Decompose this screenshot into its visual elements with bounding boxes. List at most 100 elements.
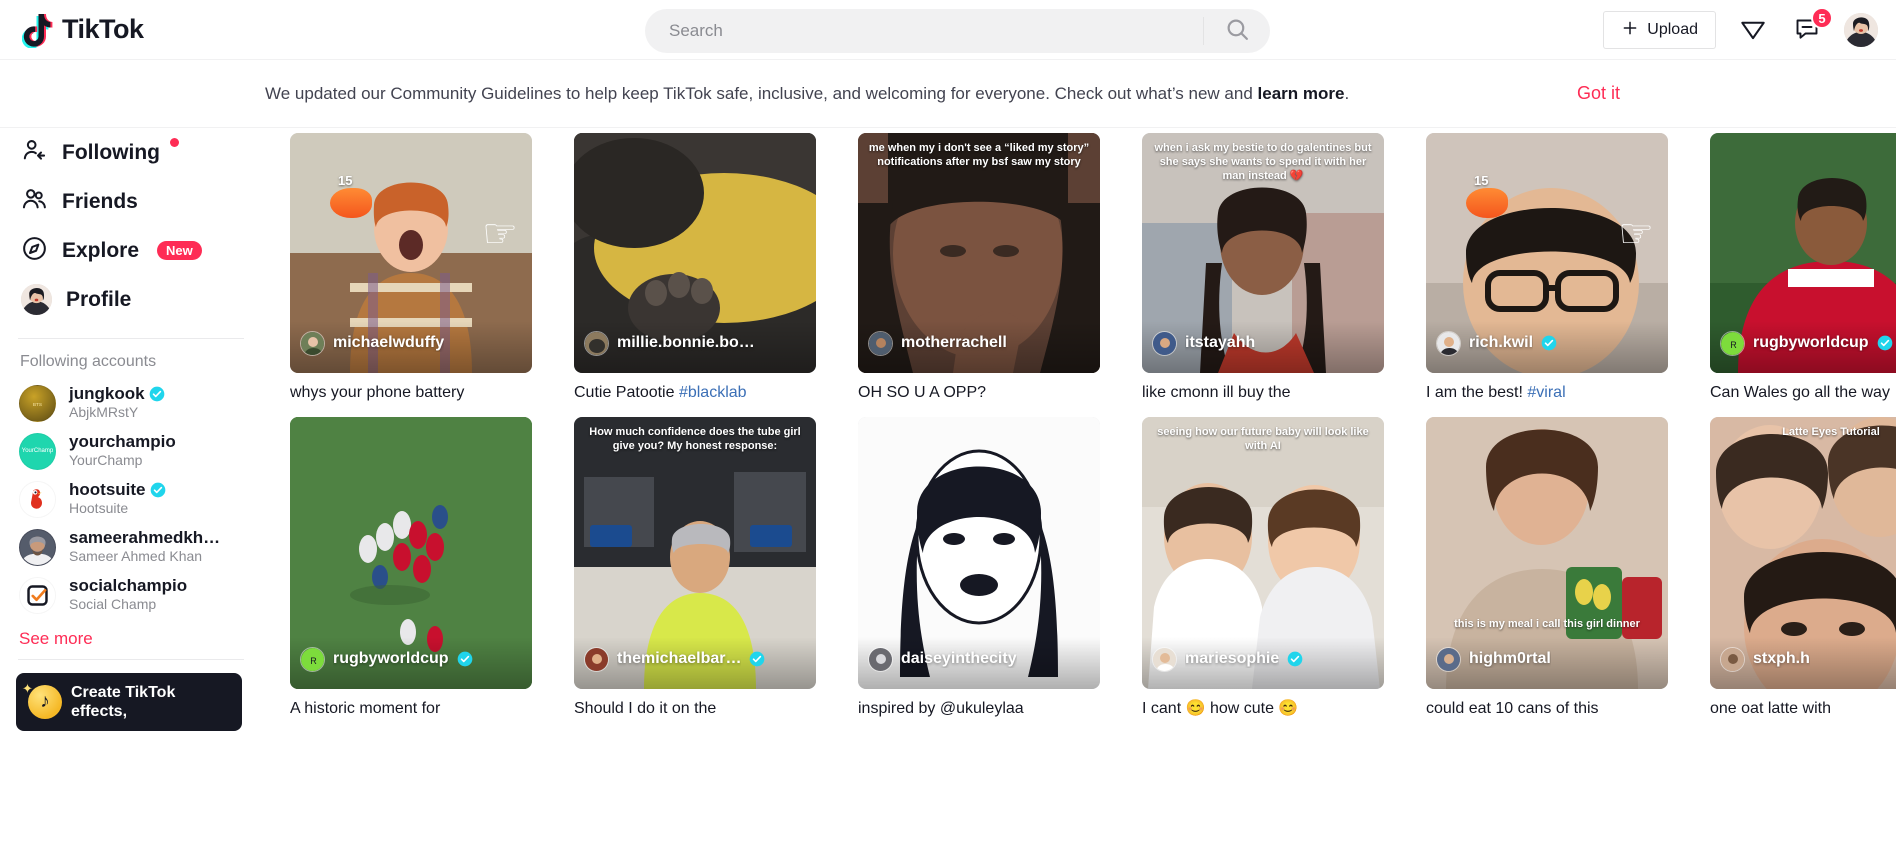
video-thumbnail[interactable]: 15 ☞ rich.kwil [1426,133,1668,373]
fish-sticker-icon [1466,188,1508,218]
video-caption: I cant 😊 how cute 😊 [1142,698,1384,719]
top-header: TikTok Upload [0,0,1896,60]
sidebar-item-explore[interactable]: Explore New [16,226,282,275]
paper-plane-icon [1738,14,1768,47]
video-author-name: daiseyinthecity [901,650,1017,667]
video-card[interactable]: R rugbyworldcup Can Wales go all the way [1710,133,1896,403]
hand-pointer-icon: ☞ [1618,212,1654,256]
video-author[interactable]: themichaelbar… [574,637,816,689]
video-author[interactable]: motherrachell [858,321,1100,373]
upload-button[interactable]: Upload [1603,11,1716,49]
sidebar-item-friends[interactable]: Friends [16,177,282,226]
video-caption: inspired by @ukuleylaa [858,698,1100,719]
verified-icon [150,482,165,498]
caption-text: Can Wales go all the way [1710,384,1890,401]
video-author[interactable]: mariesophie [1142,637,1384,689]
tiktok-note-icon [21,12,56,49]
video-author[interactable]: millie.bonnie.bo… [574,321,816,373]
video-caption: Should I do it on the [574,698,816,719]
video-thumbnail[interactable]: Latte Eyes Tutorial stxph.h [1710,417,1896,689]
inbox-button[interactable]: 5 [1790,7,1833,47]
list-item[interactable]: socialchampio Social Champ [16,571,282,619]
inbox-badge: 5 [1811,7,1833,29]
create-effects-banner[interactable]: ✦ ♪ Create TikTok effects, [16,673,242,731]
list-item[interactable]: BTS jungkook AbjkMRstY [16,379,282,427]
video-author[interactable]: michaelwduffy [290,321,532,373]
video-card[interactable]: seeing how our future baby will look lik… [1142,417,1384,719]
video-card[interactable]: 15 ☞ michaelwduffy whys your phone batte… [290,133,532,403]
sidebar-label-following: Following [62,140,160,164]
list-item[interactable]: YourChamp yourchampio YourChamp [16,427,282,475]
video-author-name: rugbyworldcup [1753,334,1869,351]
sidebar-divider-1 [18,338,244,339]
video-card[interactable]: 15 ☞ rich.kwil I am the best! #viral [1426,133,1668,403]
video-card[interactable]: millie.bonnie.bo… Cutie Patootie #blackl… [574,133,816,403]
hand-pointer-icon: ☞ [482,212,518,256]
search-input[interactable] [645,21,1203,41]
video-thumbnail[interactable]: How much confidence does the tube girl g… [574,417,816,689]
account-subtitle: Hootsuite [69,500,129,516]
video-thumbnail[interactable]: R rugbyworldcup [290,417,532,689]
see-more-button[interactable]: See more [16,619,93,649]
avatar [1436,646,1461,672]
profile-avatar-small [21,284,52,315]
video-author[interactable]: highm0rtal [1426,637,1668,689]
avatar [300,330,325,356]
profile-avatar[interactable] [1844,13,1878,47]
video-author[interactable]: daiseyinthecity [858,637,1100,689]
video-card[interactable]: How much confidence does the tube girl g… [574,417,816,719]
video-card[interactable]: when i ask my bestie to do galentines bu… [1142,133,1384,403]
video-author[interactable]: R rugbyworldcup [1710,321,1896,373]
search-button[interactable] [1204,9,1270,53]
list-item[interactable]: sameerahmedkh… Sameer Ahmed Khan [16,523,282,571]
caption-text: Should I do it on the [574,700,717,717]
list-item-text: sameerahmedkh… Sameer Ahmed Khan [69,528,220,566]
caption-hashtag[interactable]: #blacklab [679,384,747,401]
caption-hashtag[interactable]: #viral [1527,384,1565,401]
video-thumbnail[interactable]: 15 ☞ michaelwduffy [290,133,532,373]
video-card[interactable]: daiseyinthecity inspired by @ukuleylaa [858,417,1100,719]
tiktok-logo[interactable]: TikTok [21,12,144,49]
avatar [1152,330,1177,356]
got-it-button[interactable]: Got it [1577,83,1620,104]
caption-text: whys your phone battery [290,384,465,401]
search-bar[interactable] [645,9,1270,53]
video-thumbnail[interactable]: when i ask my bestie to do galentines bu… [1142,133,1384,373]
video-card[interactable]: Latte Eyes Tutorial stxph.h one oat latt… [1710,417,1896,719]
video-thumbnail[interactable]: seeing how our future baby will look lik… [1142,417,1384,689]
account-name: sameerahmedkh… [69,528,220,548]
header-actions: Upload 5 [1603,0,1878,60]
video-author[interactable]: R rugbyworldcup [290,637,532,689]
video-thumbnail[interactable]: daiseyinthecity [858,417,1100,689]
video-caption: Cutie Patootie #blacklab [574,382,816,403]
tiktok-wordmark: TikTok [62,14,144,44]
avatar: R [300,646,325,672]
send-message-button[interactable] [1736,13,1770,47]
account-handle: socialchampio [69,576,188,595]
video-card[interactable]: this is my meal i call this girl dinner … [1426,417,1668,719]
video-card[interactable]: me when my i don't see a “liked my story… [858,133,1100,403]
avatar [584,646,609,672]
community-guidelines-banner: We updated our Community Guidelines to h… [0,60,1896,128]
video-caption: one oat latte with [1710,698,1896,719]
video-thumbnail[interactable]: this is my meal i call this girl dinner … [1426,417,1668,689]
account-handle: sameerahmedkh… [69,528,221,547]
video-thumbnail[interactable]: R rugbyworldcup [1710,133,1896,373]
account-subtitle: Social Champ [69,596,157,612]
list-item-text: hootsuite Hootsuite [69,480,166,518]
avatar [1436,330,1461,356]
video-author[interactable]: stxph.h [1710,637,1896,689]
sidebar-item-following[interactable]: Following [16,128,282,177]
video-author-name: stxph.h [1753,650,1810,667]
video-thumbnail[interactable]: me when my i don't see a “liked my story… [858,133,1100,373]
caption-text: like cmonn ill buy the [1142,384,1291,401]
video-author[interactable]: rich.kwil [1426,321,1668,373]
video-card[interactable]: R rugbyworldcup A historic moment for [290,417,532,719]
sidebar-divider-2 [18,659,244,660]
account-handle: jungkook [69,384,145,403]
video-thumbnail[interactable]: millie.bonnie.bo… [574,133,816,373]
list-item[interactable]: hootsuite Hootsuite [16,475,282,523]
banner-learn-more-link[interactable]: learn more [1258,84,1345,103]
sidebar-item-profile[interactable]: Profile [16,275,282,324]
video-author[interactable]: itstayahh [1142,321,1384,373]
